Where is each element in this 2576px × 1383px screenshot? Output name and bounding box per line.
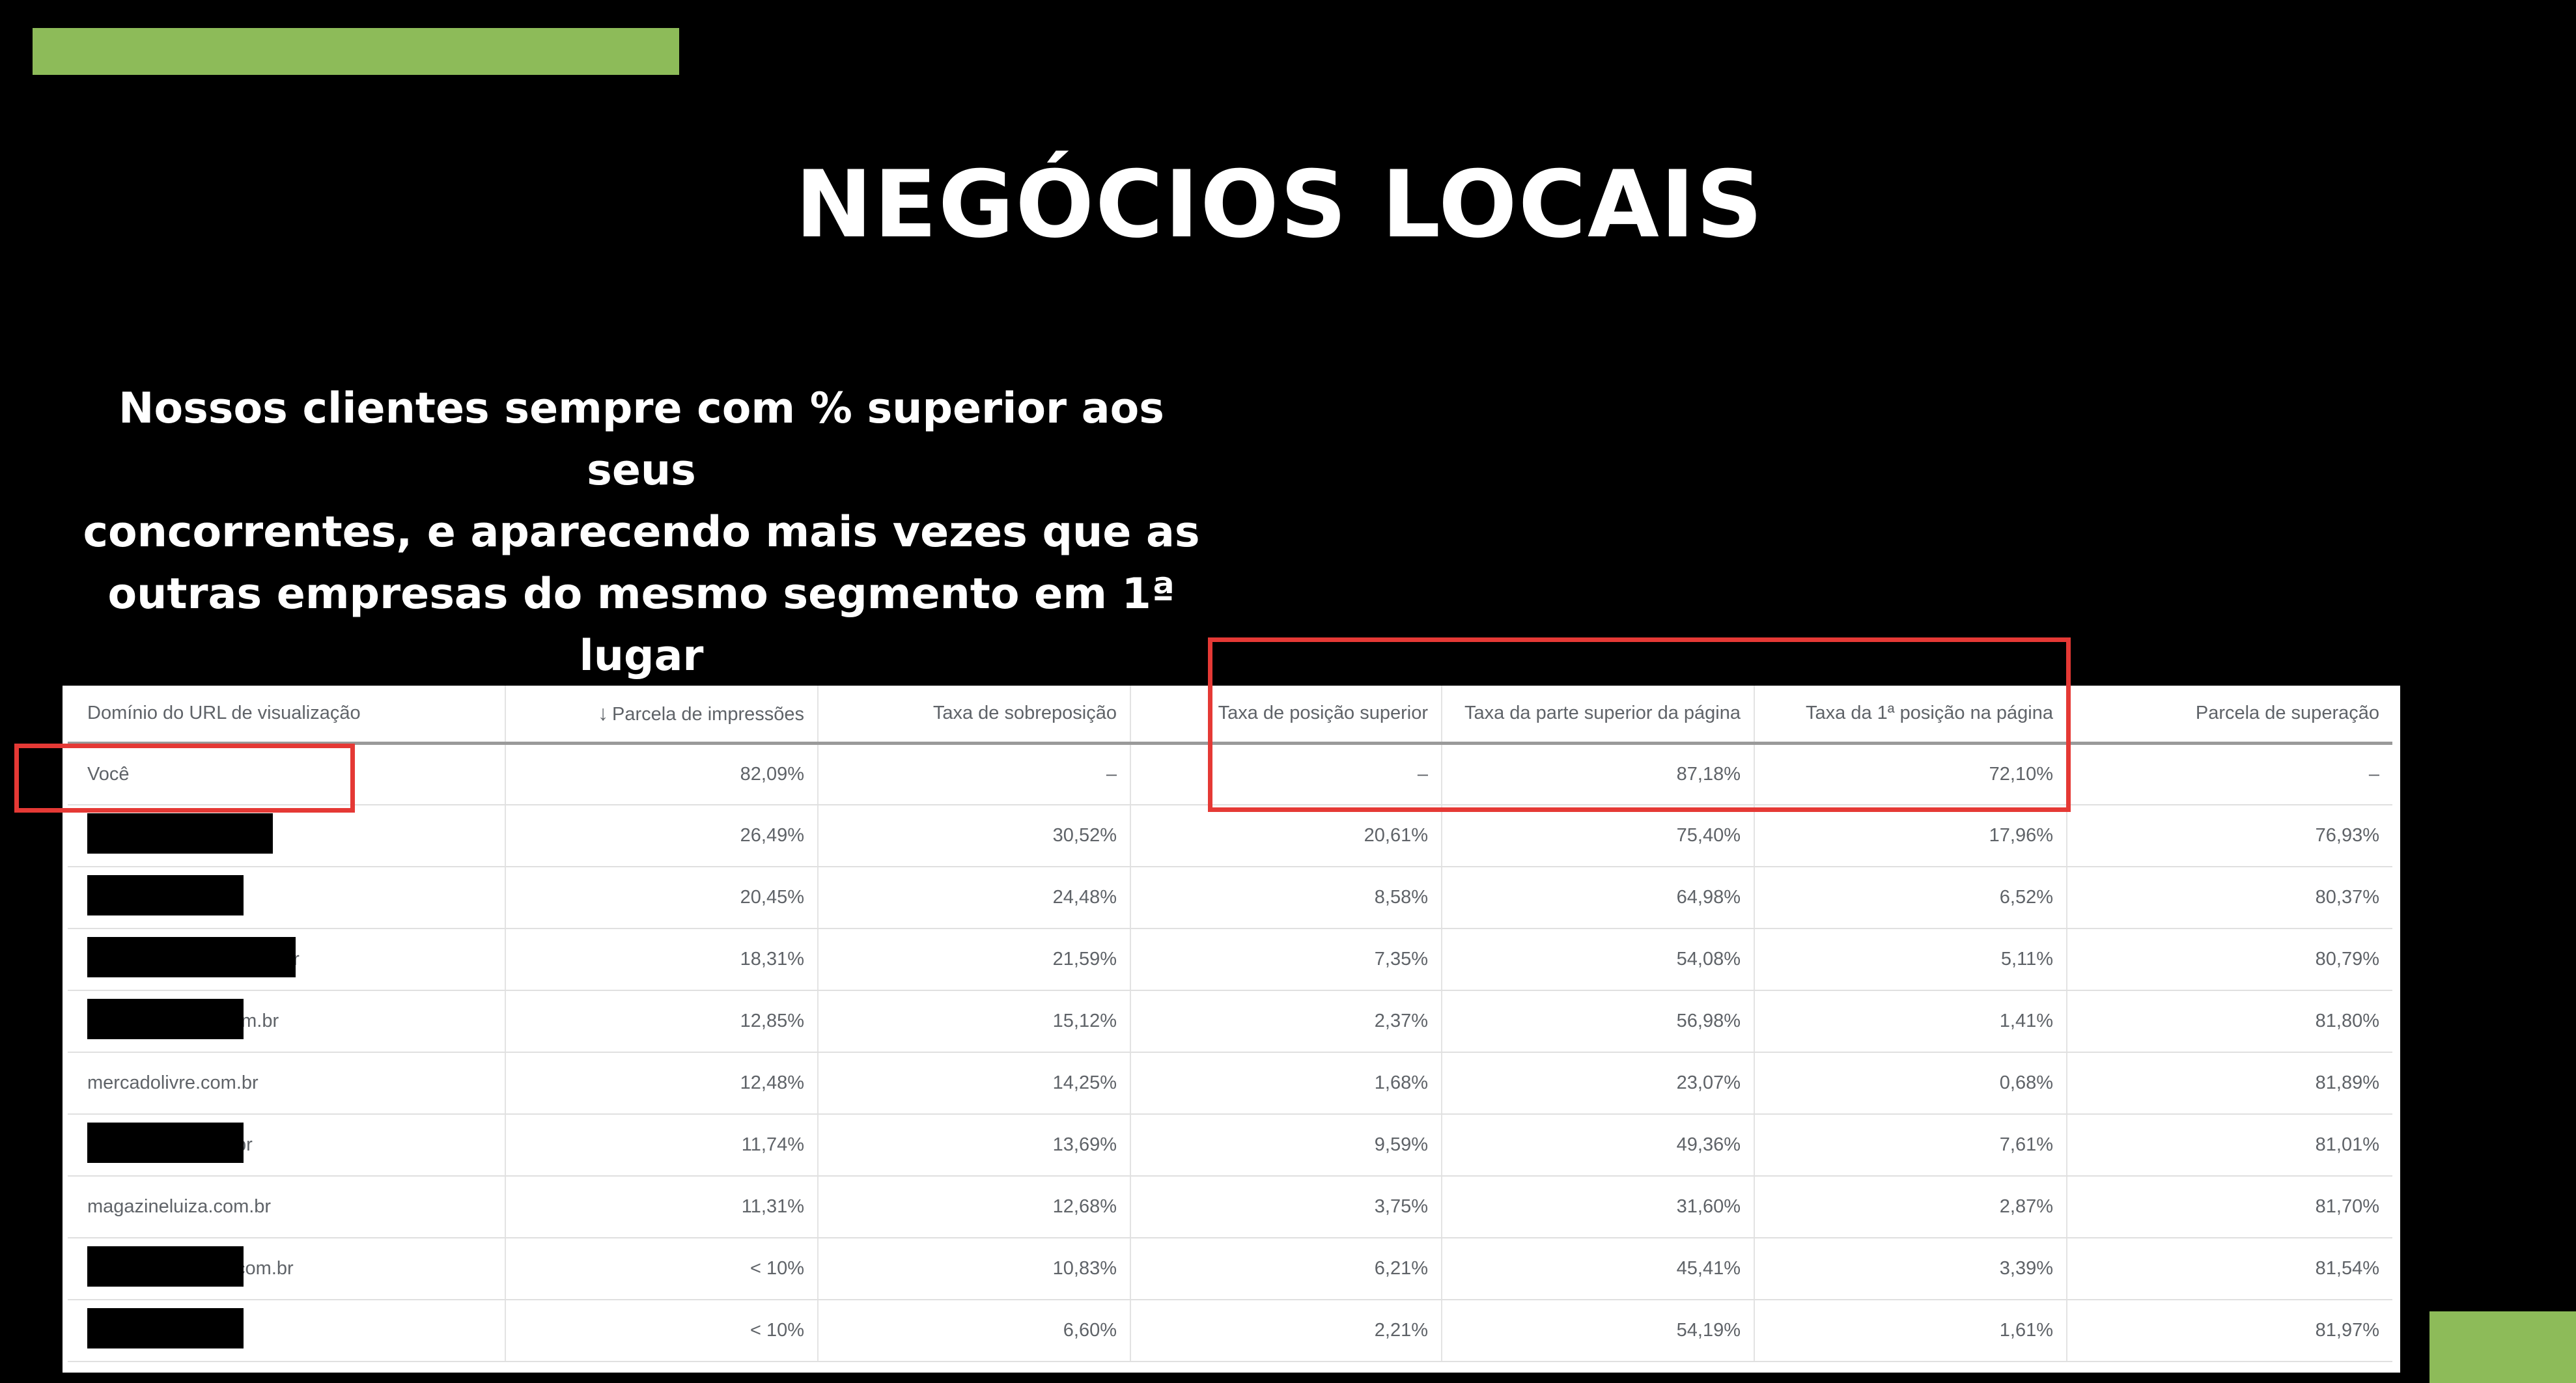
table-row[interactable]: mercadolivre.com.br 12,48% 14,25% 1,68% 23,0… [68, 1052, 2392, 1115]
table-row[interactable]: .br11,74%13,69%9,59%49,36%7,61%81,01% [68, 1114, 2392, 1177]
metric-cell: 81,80% [2067, 990, 2392, 1053]
domain-cell: .br [68, 1114, 506, 1177]
redaction-bar [87, 999, 244, 1039]
metric-cell: 31,60% [1442, 1176, 1755, 1238]
metric-cell: < 10% [505, 1300, 819, 1362]
column-header-overlap-rate[interactable]: Taxa de sobreposição [818, 686, 1131, 745]
metric-cell: 26,49% [505, 805, 819, 867]
metric-cell: 30,52% [818, 805, 1131, 867]
bottom-accent-block [2429, 1311, 2576, 1383]
metric-cell: 6,60% [818, 1300, 1131, 1362]
metric-cell: 54,08% [1442, 929, 1755, 991]
metric-cell: 64,98% [1442, 867, 1755, 929]
metric-cell: 7,61% [1754, 1114, 2067, 1177]
redaction-bar [87, 937, 296, 977]
domain-cell: br [68, 929, 506, 991]
metric-cell: 3,75% [1130, 1176, 1442, 1238]
domain-cell: .com.br [68, 1238, 506, 1300]
metric-cell: 1,68% [1130, 1052, 1442, 1115]
table-row[interactable]: magazineluiza.com.br 11,31% 12,68% 3,75% 31,… [68, 1176, 2392, 1238]
metric-cell: 11,74% [505, 1114, 819, 1177]
redaction-bar [87, 875, 244, 915]
column-header-domain[interactable]: Domínio do URL de visualização [68, 686, 506, 745]
metric-cell: 82,09% [505, 743, 819, 805]
top-accent-bar [33, 28, 679, 75]
metric-cell: 5,11% [1754, 929, 2067, 991]
highlight-box-top-position-columns [1208, 637, 2071, 812]
metric-cell: 1,41% [1754, 990, 2067, 1053]
domain-cell [68, 867, 506, 929]
domain-cell: magazineluiza.com.br [68, 1176, 506, 1238]
metric-cell: 81,89% [2067, 1052, 2392, 1115]
metric-cell: – [2067, 743, 2392, 805]
metric-cell: 75,40% [1442, 805, 1755, 867]
metric-cell: 2,37% [1130, 990, 1442, 1053]
metric-cell: 6,21% [1130, 1238, 1442, 1300]
table-row[interactable]: br18,31%21,59%7,35%54,08%5,11%80,79% [68, 929, 2392, 991]
table-row[interactable]: 26,49% 30,52% 20,61% 75,40% 17,96% 76,93% [68, 805, 2392, 867]
redaction-bar [87, 1246, 244, 1287]
metric-cell: 1,61% [1754, 1300, 2067, 1362]
arrow-down-icon: ↓ [598, 701, 609, 725]
column-header-outranking-share[interactable]: Parcela de superação [2067, 686, 2392, 745]
domain-text: magazineluiza.com.br [87, 1196, 272, 1217]
metric-cell: 12,48% [505, 1052, 819, 1115]
domain-cell [68, 805, 506, 867]
domain-cell [68, 1300, 506, 1362]
domain-cell: om.br [68, 990, 506, 1053]
metric-cell: 14,25% [818, 1052, 1131, 1115]
metric-cell: 10,83% [818, 1238, 1131, 1300]
redaction-bar [87, 1308, 244, 1348]
metric-cell: 0,68% [1754, 1052, 2067, 1115]
metric-cell: – [818, 743, 1131, 805]
metric-cell: 81,54% [2067, 1238, 2392, 1300]
table-row[interactable]: om.br 12,85% 15,12% 2,37% 56,98% 1,41% 81,80% [68, 990, 2392, 1053]
metric-cell: 2,87% [1754, 1176, 2067, 1238]
metric-cell: 9,59% [1130, 1114, 1442, 1177]
redaction-bar [87, 1123, 244, 1163]
metric-cell: 23,07% [1442, 1052, 1755, 1115]
metric-cell: 18,31% [505, 929, 819, 991]
metric-cell: < 10% [505, 1238, 819, 1300]
metric-cell: 20,45% [505, 867, 819, 929]
metric-cell: 15,12% [818, 990, 1131, 1053]
metric-cell: 76,93% [2067, 805, 2392, 867]
table-row[interactable]: .com.br < 10% 10,83% 6,21% 45,41% 3,39% 81,54% [68, 1238, 2392, 1300]
metric-cell: 45,41% [1442, 1238, 1755, 1300]
metric-cell: 24,48% [818, 867, 1131, 929]
highlight-box-you-row [14, 744, 355, 813]
table-row[interactable]: < 10% 6,60% 2,21% 54,19% 1,61% 81,97% [68, 1300, 2392, 1362]
metric-cell: 8,58% [1130, 867, 1442, 929]
metric-cell: 81,97% [2067, 1300, 2392, 1362]
metric-cell: 13,69% [818, 1114, 1131, 1177]
metric-cell: 6,52% [1754, 867, 2067, 929]
metric-cell: 7,35% [1130, 929, 1442, 991]
metric-cell: 2,21% [1130, 1300, 1442, 1362]
metric-cell: 81,01% [2067, 1114, 2392, 1177]
table-row[interactable]: 20,45% 24,48% 8,58% 64,98% 6,52% 80,37% [68, 867, 2392, 929]
metric-cell: 3,39% [1754, 1238, 2067, 1300]
metric-cell: 80,37% [2067, 867, 2392, 929]
metric-cell: 12,85% [505, 990, 819, 1053]
metric-cell: 54,19% [1442, 1300, 1755, 1362]
metric-cell: 80,79% [2067, 929, 2392, 991]
domain-cell: mercadolivre.com.br [68, 1052, 506, 1115]
metric-cell: 20,61% [1130, 805, 1442, 867]
metric-cell: 12,68% [818, 1176, 1131, 1238]
slide-title: NEGÓCIOS LOCAIS [795, 151, 1764, 258]
metric-cell: 56,98% [1442, 990, 1755, 1053]
metric-cell: 49,36% [1442, 1114, 1755, 1177]
column-header-impression-share[interactable]: ↓ Parcela de impressões [505, 686, 819, 745]
domain-text: mercadolivre.com.br [87, 1072, 259, 1093]
metric-cell: 11,31% [505, 1176, 819, 1238]
metric-cell: 17,96% [1754, 805, 2067, 867]
metric-cell: 21,59% [818, 929, 1131, 991]
metric-cell: 81,70% [2067, 1176, 2392, 1238]
redaction-bar [87, 813, 273, 854]
